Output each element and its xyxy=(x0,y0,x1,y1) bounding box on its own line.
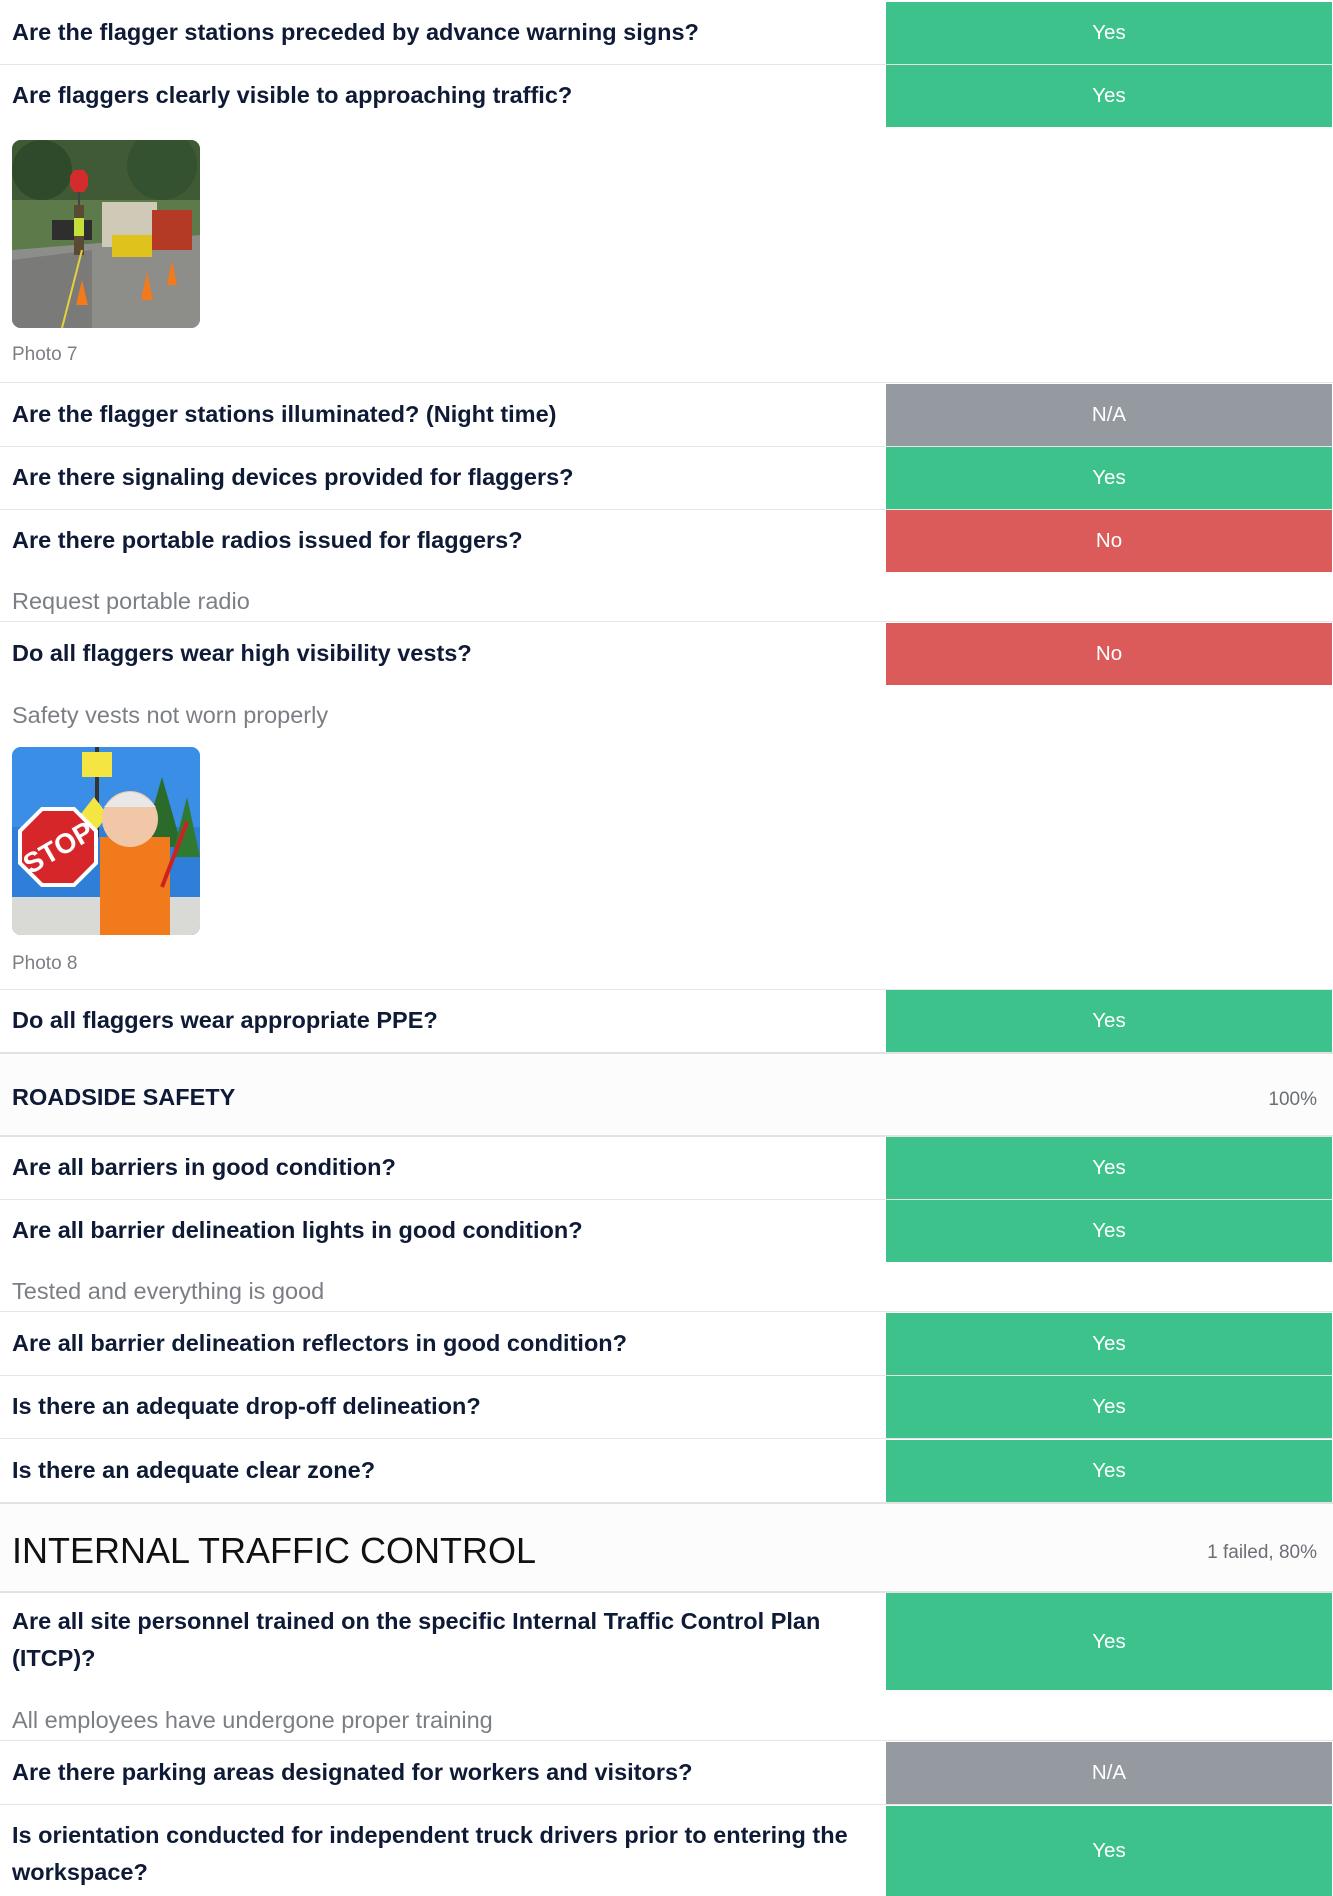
question-text: Is there an adequate clear zone? xyxy=(12,1457,376,1483)
response-yes-badge[interactable]: Yes xyxy=(886,1137,1332,1199)
row-divider xyxy=(0,621,1333,622)
question-text: Are the flagger stations illuminated? (N… xyxy=(12,401,557,427)
response-yes-badge[interactable]: Yes xyxy=(886,1440,1332,1502)
row-divider xyxy=(0,382,1333,383)
section-title: INTERNAL TRAFFIC CONTROL xyxy=(12,1530,537,1571)
inspection-report: Are the flagger stations preceded by adv… xyxy=(0,0,1333,1896)
section-title: ROADSIDE SAFETY xyxy=(12,1084,236,1110)
response-yes-badge[interactable]: Yes xyxy=(886,1200,1332,1262)
response-na-badge[interactable]: N/A xyxy=(886,1742,1332,1804)
response-no-badge[interactable]: No xyxy=(886,623,1332,685)
question-text: Is there an adequate drop-off delineatio… xyxy=(12,1393,481,1419)
question-text: Do all flaggers wear appropriate PPE? xyxy=(12,1007,438,1033)
row-divider xyxy=(0,1438,1333,1439)
response-yes-badge[interactable]: Yes xyxy=(886,1593,1332,1690)
photo-8-thumbnail[interactable]: STOP xyxy=(12,747,200,935)
question-text: Are all barrier delineation lights in go… xyxy=(12,1217,583,1243)
row-divider xyxy=(0,1311,1333,1312)
response-yes-badge[interactable]: Yes xyxy=(886,65,1332,127)
photo-caption: Photo 8 xyxy=(12,953,78,974)
question-text: Are all barriers in good condition? xyxy=(12,1154,396,1180)
note-text: Tested and everything is good xyxy=(12,1278,325,1304)
response-yes-badge[interactable]: Yes xyxy=(886,447,1332,509)
section-score: 1 failed, 80% xyxy=(1207,1542,1317,1563)
response-na-badge[interactable]: N/A xyxy=(886,384,1332,446)
question-text: Are there portable radios issued for fla… xyxy=(12,527,523,553)
response-yes-badge[interactable]: Yes xyxy=(886,1313,1332,1375)
flagger-stop-sign-image: STOP xyxy=(12,747,200,935)
response-yes-badge[interactable]: Yes xyxy=(886,990,1332,1052)
question-text: Are flaggers clearly visible to approach… xyxy=(12,82,573,108)
row-divider xyxy=(0,1804,1333,1805)
row-divider xyxy=(0,1740,1333,1741)
photo-caption: Photo 7 xyxy=(12,344,78,365)
question-text: Are there signaling devices provided for… xyxy=(12,464,574,490)
response-yes-badge[interactable]: Yes xyxy=(886,1376,1332,1438)
question-text: Is orientation conducted for independent… xyxy=(12,1822,848,1885)
note-text: Safety vests not worn properly xyxy=(12,702,329,728)
response-yes-badge[interactable]: Yes xyxy=(886,1806,1332,1896)
note-text: All employees have undergone proper trai… xyxy=(12,1707,493,1733)
response-no-badge[interactable]: No xyxy=(886,510,1332,572)
question-text: Do all flaggers wear high visibility ves… xyxy=(12,640,472,666)
question-text: Are all site personnel trained on the sp… xyxy=(12,1608,821,1671)
question-text: Are the flagger stations preceded by adv… xyxy=(12,19,699,45)
response-yes-badge[interactable]: Yes xyxy=(886,2,1332,64)
photo-7-thumbnail[interactable] xyxy=(12,140,200,328)
flagger-work-zone-image xyxy=(12,140,200,328)
question-text: Are all barrier delineation reflectors i… xyxy=(12,1330,628,1356)
question-text: Are there parking areas designated for w… xyxy=(12,1759,693,1785)
note-text: Request portable radio xyxy=(12,588,250,614)
section-score: 100% xyxy=(1268,1089,1317,1110)
